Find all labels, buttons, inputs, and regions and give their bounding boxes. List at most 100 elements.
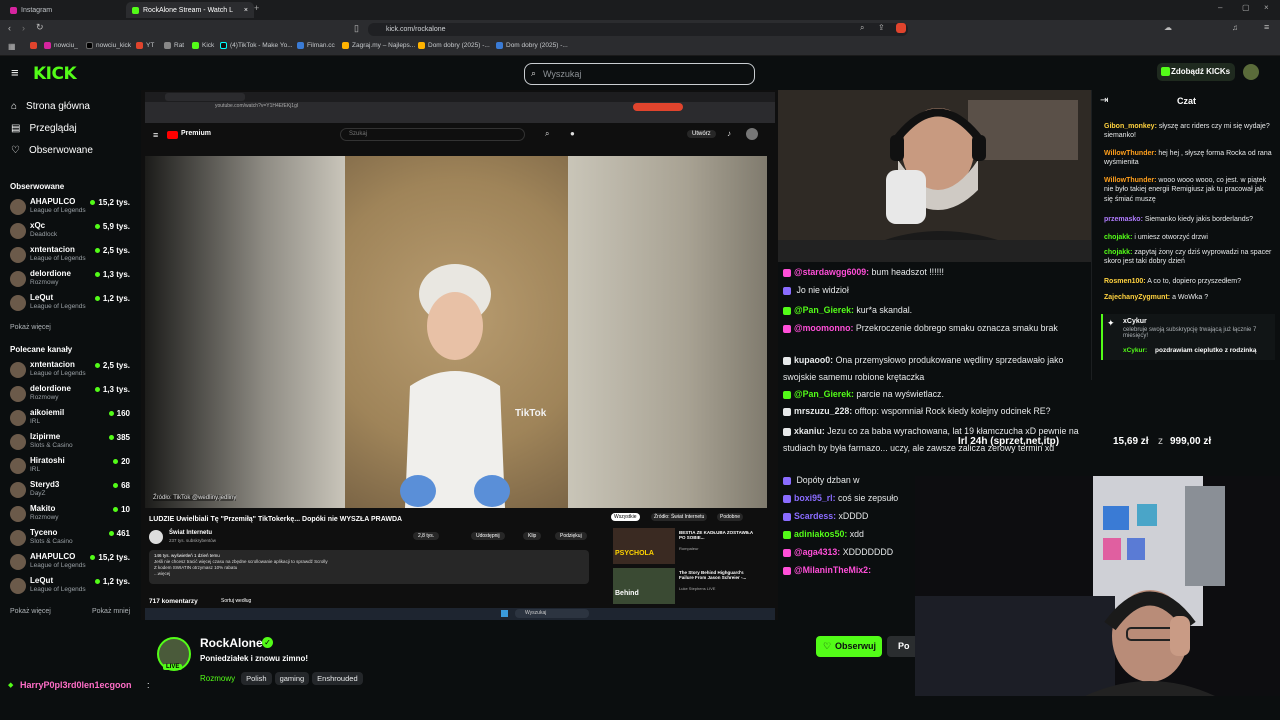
nav-home[interactable]: ⌂ Strona główna [11, 101, 90, 112]
sidebar-channel-lequt[interactable]: LeQut League of Legends 1,2 tys. [10, 292, 134, 316]
viewer-count: 15,2 tys. [90, 553, 130, 562]
bookmark-item[interactable]: Dom dobry (2025) -... [496, 42, 568, 49]
inner-taskbar: Wyszukaj [145, 608, 775, 620]
subscribe-button[interactable]: Po [887, 636, 915, 657]
bookmark-item[interactable] [30, 42, 37, 49]
chat-user: @MilaninTheMix2: [794, 565, 872, 575]
live-dot-icon [94, 296, 100, 301]
channel-avatar [10, 362, 26, 378]
bookmark-item[interactable]: nowciu_ [44, 42, 78, 49]
yt-logo: Premium [181, 130, 211, 137]
sidebar-channel-xntentacion[interactable]: xntentacion League of Legends 2,5 tys. [10, 244, 134, 268]
channel-avatar [10, 554, 26, 570]
viewer-count: 15,2 tys. [90, 198, 130, 207]
sidebar-channel-tyceno[interactable]: Tyceno Slots & Casino 461 [10, 527, 134, 551]
thumbnail [613, 528, 675, 564]
yt-avatar [746, 128, 758, 140]
extension-icon[interactable] [896, 23, 906, 33]
show-more-link[interactable]: Pokaż więcej [10, 324, 51, 331]
chat-text: xdd [849, 529, 864, 539]
search-input[interactable]: Wyszukaj [524, 63, 755, 85]
user-badge-icon [783, 407, 791, 416]
reload-icon[interactable]: ↻ [36, 22, 44, 33]
channel-name: Makito [30, 504, 56, 513]
sidebar-channel-ahapulco[interactable]: AHAPULCO League of Legends 15,2 tys. [10, 551, 134, 575]
bookmark-item[interactable]: Filman.cc [297, 42, 335, 49]
window-close-icon[interactable]: × [1264, 3, 1269, 12]
chat-user: mrszuzu_228: [794, 406, 853, 416]
overlay-chat-message: @Pan_Gierek: parcie na wyświetlacz. [783, 386, 1083, 403]
live-dot-icon [90, 200, 96, 205]
sidebar-channel-delordione[interactable]: delordione Rozmowy 1,3 tys. [10, 383, 134, 407]
url-input[interactable]: kick.com/rockalone [368, 23, 908, 36]
channel-name: LeQut [30, 576, 54, 585]
show-more-link[interactable]: Pokaż więcej [10, 608, 51, 615]
sidebar-channel-makito[interactable]: Makito Rozmowy 10 [10, 503, 134, 527]
chip: Podobne [717, 513, 744, 521]
heart-icon: ♡ [823, 641, 832, 651]
maximize-icon[interactable]: ▢ [1242, 3, 1250, 12]
show-less-link[interactable]: Pokaż mniej [92, 608, 130, 615]
nav-browse[interactable]: ▤ Przeglądaj [11, 123, 77, 134]
avatar[interactable] [1243, 64, 1259, 80]
chat-text: i umiesz otworzyć drzwi [1134, 234, 1208, 241]
hamburger-icon[interactable]: ≡ [11, 65, 19, 80]
bookmark-item[interactable]: Dom dobry (2025) -... [418, 42, 490, 49]
forward-icon[interactable]: › [22, 23, 25, 33]
tag[interactable]: gaming [274, 672, 310, 685]
channel-avatar [10, 434, 26, 450]
channel-avatar [10, 506, 26, 522]
home-icon: ⌂ [11, 101, 18, 112]
video-left-blur [145, 156, 345, 508]
share-icon[interactable]: ⇪ [878, 23, 885, 32]
vpn-icon[interactable]: ☁ [1164, 23, 1172, 32]
zoom-icon[interactable]: ⌕ [860, 23, 864, 33]
chat-text: Jo nie widzioł [796, 285, 849, 295]
kick-logo[interactable]: KICK [33, 64, 77, 84]
tab-rockalone[interactable]: RockAlone Stream - Watch L × [126, 2, 254, 18]
yt-search-icon: ⌕ [545, 129, 550, 138]
browse-icon: ▤ [11, 123, 21, 134]
new-tab-icon[interactable]: + [254, 3, 259, 13]
close-icon[interactable]: × [244, 7, 248, 14]
sidebar-channel-hiratoshi[interactable]: Hiratoshi IRL 20 [10, 455, 134, 479]
chat-user: @aga4313: [794, 547, 841, 557]
minimize-icon[interactable]: – [1218, 3, 1222, 12]
sidebar-channel-xntentacion[interactable]: xntentacion League of Legends 2,5 tys. [10, 359, 134, 383]
tag[interactable]: Polish [241, 672, 272, 685]
windows-icon [501, 610, 508, 617]
video-right-blur [568, 156, 767, 508]
nav-following[interactable]: ♡ Obserwowane [11, 145, 93, 156]
tag[interactable]: Enshrouded [312, 672, 363, 685]
thumbnail-text: Behind [615, 590, 639, 597]
live-dot-icon [113, 507, 119, 512]
sidebar-channel-aikoiemil[interactable]: aikoiemil IRL 160 [10, 407, 134, 431]
sidebar-channel-izipirme[interactable]: Izipirme Slots & Casino 385 [10, 431, 134, 455]
guest-webcam [915, 476, 1280, 696]
sidebar-channel-lequt[interactable]: LeQut League of Legends 1,2 tys. [10, 575, 134, 599]
sidebar-channel-delordione[interactable]: delordione Rozmowy 1,3 tys. [10, 268, 134, 292]
sidebar-channel-ahapulco[interactable]: AHAPULCO League of Legends 15,2 tys. [10, 196, 134, 220]
sidebar-channel-xqc[interactable]: xQc Deadlock 5,9 tys. [10, 220, 134, 244]
bookmark-item[interactable]: (4)TikTok - Make Yo... [220, 42, 293, 49]
address-bar: ‹ › ↻ ▯ kick.com/rockalone ⌕ ⇪ ☁ ♫ ≡ [0, 20, 1280, 39]
menu-icon[interactable]: ≡ [1264, 22, 1269, 32]
tab-instagram[interactable]: Instagram [4, 2, 58, 18]
music-icon[interactable]: ♫ [1232, 23, 1238, 32]
youtube-sidebar: Wszystkie Źródło: Świat Internetu Podobn… [607, 510, 775, 620]
bookmark-item[interactable]: Rat [164, 42, 184, 49]
video-player[interactable]: youtube.com/watch?v=Y1H4EfEKj1gI ≡ Premi… [141, 90, 778, 620]
chat-message: przemasko: Siemanko kiedy jakis borderla… [1104, 215, 1274, 224]
bookmark-item[interactable]: nowciu_kick [86, 42, 131, 49]
category-tag[interactable]: Rozmowy [200, 674, 235, 683]
apps-icon[interactable]: ▦ [8, 42, 16, 51]
bookmark-item[interactable]: Zagraj.my – Najleps... [342, 42, 415, 49]
back-icon[interactable]: ‹ [8, 23, 11, 33]
chat-user: @stardawgg6009: [794, 267, 870, 277]
sidebar-channel-steryd3[interactable]: Steryd3 DayZ 68 [10, 479, 134, 503]
streamer-name[interactable]: RockAlone [200, 636, 263, 650]
bookmark-item[interactable]: YT [136, 42, 154, 49]
bookmark-item[interactable]: Kick [192, 42, 214, 49]
source-label: Źródło: TikTok @wedliny.jedliny [153, 495, 237, 501]
bookmark-icon[interactable]: ▯ [354, 23, 359, 34]
